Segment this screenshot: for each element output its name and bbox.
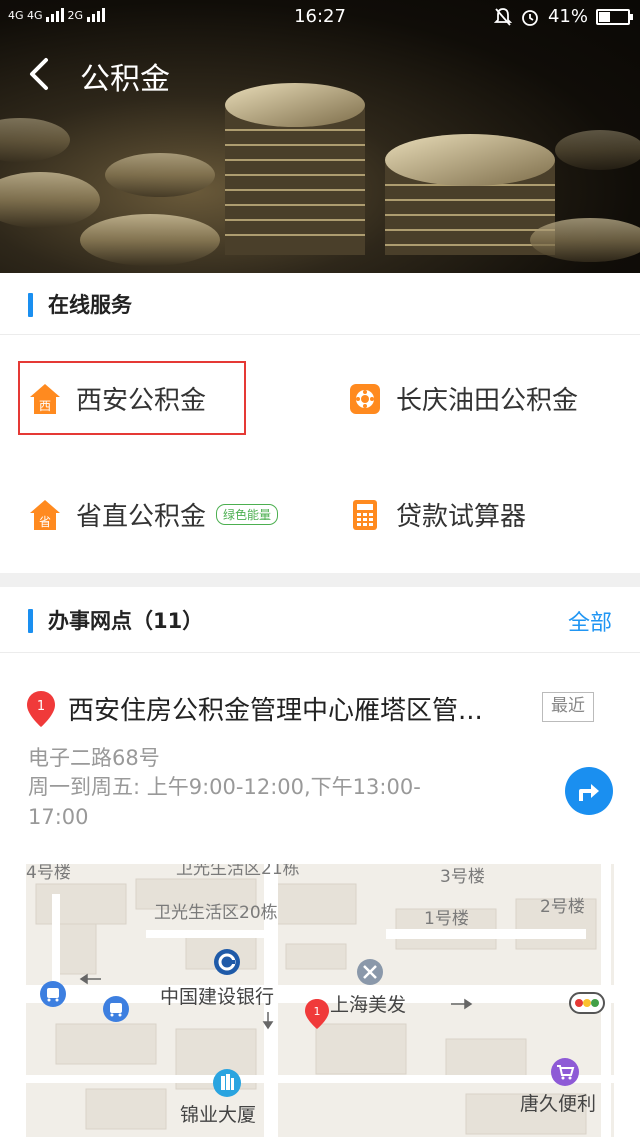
service-loan-calculator[interactable]: 贷款试算器 (348, 496, 526, 533)
section-divider (0, 573, 640, 587)
map-pin-icon: 1 (27, 691, 55, 727)
office-building-icon[interactable] (212, 1068, 242, 1098)
service-label: 贷款试算器 (396, 502, 527, 532)
section-accent-bar (28, 293, 33, 317)
svg-text:西: 西 (39, 399, 51, 413)
service-label: 省直公积金 (76, 502, 207, 532)
map-label-ccb: 中国建设银行 (160, 986, 275, 1008)
house-xi-icon: 西 (28, 382, 62, 416)
map-label-tangjiu-store: 唐久便利 (520, 1093, 597, 1115)
section-title: 在线服务 (48, 293, 132, 317)
map-pin-icon[interactable]: 1 (304, 998, 330, 1030)
service-label: 西安公积金 (76, 386, 207, 416)
map-label-building-2: 2号楼 (540, 897, 585, 917)
navigate-button[interactable] (565, 767, 613, 815)
svg-text:1: 1 (37, 699, 45, 714)
page-title: 公积金 (80, 62, 170, 97)
bus-stop-icon[interactable] (39, 980, 67, 1008)
directions-icon (579, 784, 599, 801)
map-label-jinye-tower: 锦业大厦 (180, 1104, 257, 1126)
map-label-weiguang-21: 卫光生活区21栋 (176, 864, 300, 879)
map-label-weiguang-20: 卫光生活区20栋 (154, 903, 278, 923)
calculator-icon (348, 498, 382, 532)
map-label-salon: 上海美发 (330, 994, 407, 1016)
green-energy-badge: 绿色能量 (216, 504, 279, 525)
svg-text:省: 省 (39, 515, 51, 529)
bell-muted-icon (493, 7, 512, 26)
view-all-link[interactable]: 全部 (568, 605, 612, 637)
status-bar: 4G 4G 2G 16:27 41% (0, 0, 640, 34)
nav-bar: 公积金 (0, 34, 640, 114)
bus-stop-icon[interactable] (102, 995, 130, 1023)
office-name: 西安住房公积金管理中心雁塔区管... (68, 696, 483, 726)
battery-icon (596, 8, 633, 25)
salon-scissors-icon[interactable] (356, 958, 384, 986)
svg-text:1: 1 (314, 1005, 321, 1018)
battery-percent: 41% (547, 6, 588, 27)
online-services-header: 在线服务 (0, 273, 640, 335)
flower-icon (348, 382, 382, 416)
bank-icon[interactable] (213, 948, 241, 976)
shopping-cart-icon[interactable] (550, 1057, 580, 1087)
service-changqing-gjj[interactable]: 长庆油田公积金 (348, 380, 578, 417)
office-address: 电子二路68号 (28, 746, 160, 770)
map-label-building-1: 1号楼 (424, 909, 469, 929)
header-banner: 4G 4G 2G 16:27 41% 公积金 (0, 0, 640, 273)
back-button[interactable] (20, 54, 60, 94)
status-icons: 41% (493, 6, 633, 27)
chevron-left-icon (30, 58, 48, 90)
service-shengzhi-gjj[interactable]: 省 省直公积金 绿色能量 (28, 496, 279, 533)
map-view[interactable]: 1 4号楼 卫光生活区21栋 3号楼 卫光生活区20栋 1号楼 2号楼 中国建设… (26, 864, 614, 1137)
house-sheng-icon: 省 (28, 498, 62, 532)
offices-header: 办事网点（11） 全部 (0, 587, 640, 653)
map-label-building-4: 4号楼 (26, 864, 71, 883)
office-hours: 周一到周五: 上午9:00-12:00,下午13:00-17:00 (28, 775, 421, 829)
section-accent-bar (28, 609, 33, 633)
recent-badge: 最近 (542, 692, 594, 722)
service-xian-gjj[interactable]: 西 西安公积金 (28, 380, 206, 417)
service-label: 长庆油田公积金 (396, 386, 579, 416)
alarm-icon (522, 9, 538, 26)
traffic-light-icon (569, 992, 605, 1014)
map-label-building-3: 3号楼 (440, 867, 485, 887)
section-title: 办事网点（11） (48, 609, 204, 633)
